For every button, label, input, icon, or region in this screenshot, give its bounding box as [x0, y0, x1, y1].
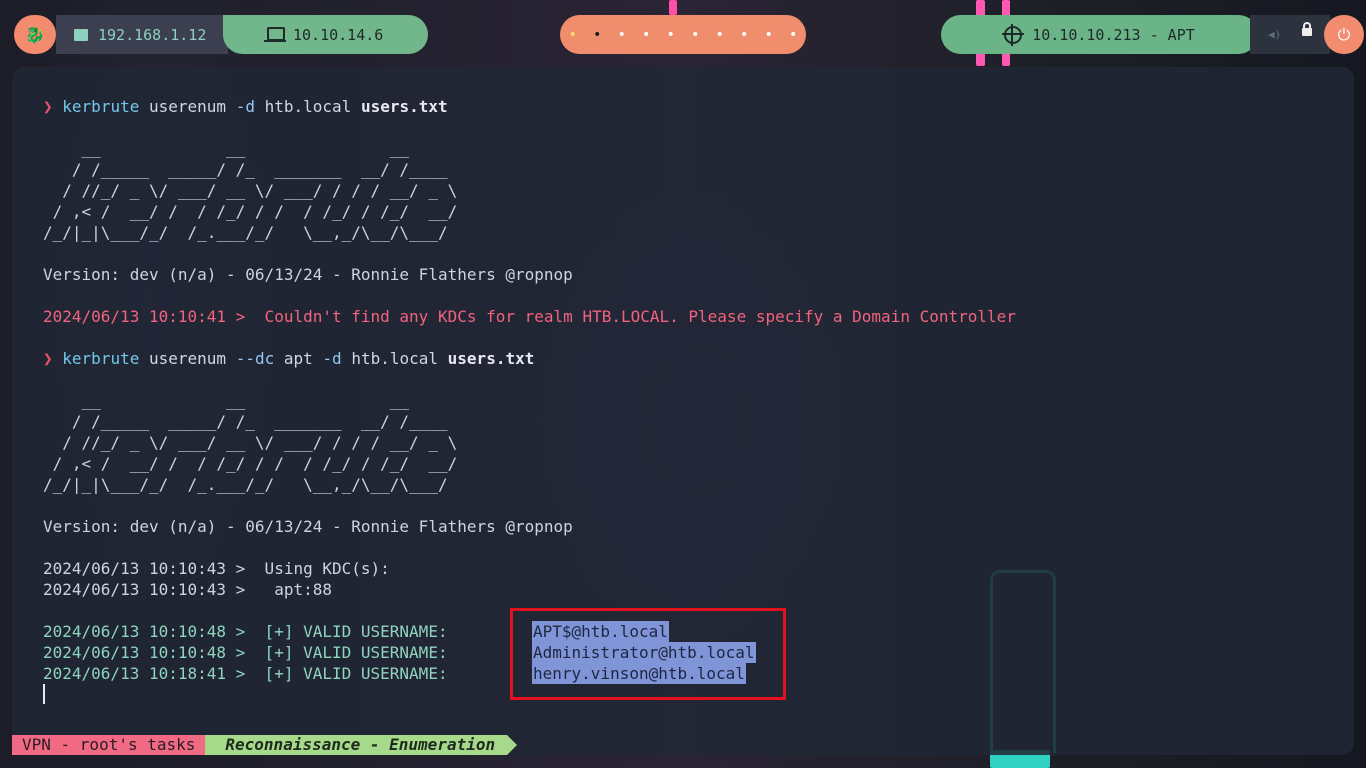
command-binary: kerbrute: [62, 97, 140, 116]
laptop-icon: [264, 27, 286, 42]
volume-icon[interactable]: ◀): [1268, 28, 1281, 41]
vpn-ip-widget: 10.10.14.6: [223, 15, 428, 54]
error-line: 2024/06/13 10:10:41 > Couldn't find any …: [43, 307, 1016, 326]
highlight-box: [510, 608, 786, 700]
kdc-line: 2024/06/13 10:10:43 > apt:88: [43, 580, 332, 599]
target-widget: 10.10.10.213 - APT: [941, 15, 1258, 54]
crosshair-icon: [1002, 23, 1025, 46]
target-label: 10.10.10.213 - APT: [1032, 25, 1195, 44]
banner-line: / //_/ _ \/ ___/ __ \/ ___/ / / / __/ _ …: [43, 433, 458, 452]
workspace-7[interactable]: •: [708, 28, 733, 42]
top-bar: 🐉 192.168.1.12 10.10.14.6 • • • • • • • • • • 10.…: [0, 15, 1366, 55]
command-file: users.txt: [360, 97, 448, 116]
local-ip: 192.168.1.12: [98, 25, 207, 44]
valid-username-line: 2024/06/13 10:10:48 > [+] VALID USERNAME…: [43, 643, 448, 662]
wallpaper-neon-light: [669, 0, 677, 15]
command-file: users.txt: [447, 349, 535, 368]
kali-menu-button[interactable]: 🐉: [14, 15, 56, 54]
prompt-symbol: ❯: [43, 97, 53, 116]
workspace-4[interactable]: •: [634, 28, 659, 42]
command-arg: userenum: [148, 349, 227, 368]
command-arg: htb.local: [264, 97, 352, 116]
command-line-1: ❯ kerbrute userenum -d htb.local users.t…: [43, 96, 448, 117]
version-line: Version: dev (n/a) - 06/13/24 - Ronnie F…: [43, 517, 573, 536]
banner-line: / //_/ _ \/ ___/ __ \/ ___/ / / / __/ _ …: [43, 181, 458, 200]
tmux-status-line: VPN - root's tasks Reconnaissance - Enum…: [12, 735, 517, 755]
workspace-5[interactable]: •: [659, 28, 684, 42]
session-tab[interactable]: VPN - root's tasks: [12, 735, 216, 755]
version-line: Version: dev (n/a) - 06/13/24 - Ronnie F…: [43, 265, 573, 284]
banner-line: __ __ __: [43, 139, 458, 158]
banner-line: / ,< / __/ / / /_/ / / / /_/ / /_/ __/: [43, 202, 458, 221]
command-binary: kerbrute: [62, 349, 140, 368]
command-flag: -d: [235, 97, 255, 116]
workspace-8[interactable]: •: [732, 28, 757, 42]
vpn-ip: 10.10.14.6: [293, 25, 384, 44]
valid-username-line: 2024/06/13 10:18:41 > [+] VALID USERNAME…: [43, 664, 448, 683]
banner-line: /_/|_|\___/_/ /_.___/_/ \__,_/\__/\___/: [43, 223, 458, 242]
banner-line: / /_____ _____/ /_ _______ __/ /____: [43, 412, 458, 431]
kali-dragon-icon: 🐉: [25, 25, 45, 44]
workspace-switcher: • • • • • • • • • •: [560, 15, 806, 54]
ethernet-icon: [74, 28, 88, 41]
kdc-line: 2024/06/13 10:10:43 > Using KDC(s):: [43, 559, 390, 578]
command-flag: -d: [322, 349, 342, 368]
workspace-6[interactable]: •: [683, 28, 708, 42]
workspace-9[interactable]: •: [757, 28, 782, 42]
terminal-window[interactable]: ❯ kerbrute userenum -d htb.local users.t…: [12, 67, 1354, 755]
local-ip-widget: 192.168.1.12: [56, 15, 228, 54]
prompt-symbol: ❯: [43, 349, 53, 368]
command-arg: userenum: [148, 97, 227, 116]
power-icon: ⏻: [1337, 24, 1351, 44]
system-tray: ◀): [1250, 15, 1330, 54]
command-arg: apt: [283, 349, 313, 368]
valid-username-line: 2024/06/13 10:10:48 > [+] VALID USERNAME…: [43, 622, 448, 641]
banner-line: / /_____ _____/ /_ _______ __/ /____: [43, 160, 458, 179]
banner-line: / ,< / __/ / / /_/ / / / /_/ / /_/ __/: [43, 454, 458, 473]
window-tab[interactable]: Reconnaissance - Enumeration: [205, 735, 517, 755]
lock-icon[interactable]: [1302, 22, 1312, 36]
command-line-2: ❯ kerbrute userenum --dc apt -d htb.loca…: [43, 348, 534, 369]
workspace-3[interactable]: •: [610, 28, 635, 42]
workspace-2[interactable]: •: [585, 28, 610, 42]
workspace-10[interactable]: •: [781, 28, 806, 42]
power-button[interactable]: ⏻: [1324, 15, 1364, 54]
workspace-1[interactable]: •: [561, 28, 586, 42]
command-arg: htb.local: [351, 349, 439, 368]
banner-line: /_/|_|\___/_/ /_.___/_/ \__,_/\__/\___/: [43, 475, 458, 494]
command-flag: --dc: [235, 349, 275, 368]
banner-line: __ __ __: [43, 391, 458, 410]
text-cursor: [43, 684, 45, 704]
